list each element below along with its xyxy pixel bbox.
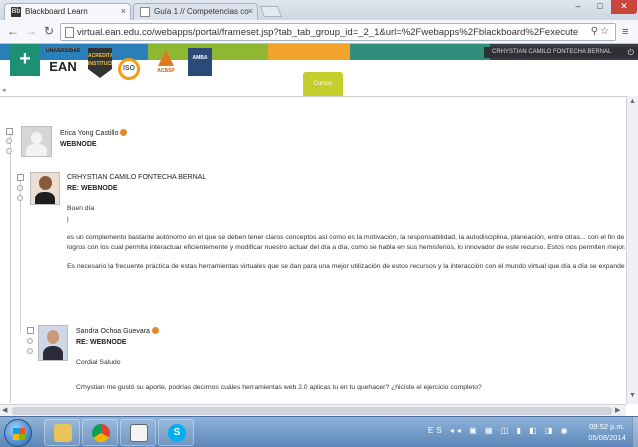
taskbar-app-skype[interactable]: S xyxy=(158,419,194,446)
post-body-line: es un complemento bastante autónomo en e… xyxy=(67,234,625,241)
post-status-dot[interactable] xyxy=(27,348,33,354)
forward-arrow-icon[interactable]: → xyxy=(24,24,38,38)
show-desktop-button[interactable] xyxy=(632,417,638,447)
post-greeting: Cordial Saludo xyxy=(76,359,121,366)
scroll-up-icon[interactable]: ▲ xyxy=(629,98,636,105)
ean-logo: UNIVERSIDAD EAN xyxy=(46,48,80,80)
scroll-down-icon[interactable]: ▼ xyxy=(629,392,636,399)
chrome-icon xyxy=(92,424,110,442)
browser-toolbar: ← → ↻ virtual.ean.edu.co/webapps/portal/… xyxy=(0,20,638,44)
iso-certification-logo: ISO xyxy=(118,58,140,80)
tab-blackboard-learn[interactable]: Bb Blackboard Learn × xyxy=(4,3,131,20)
skype-icon: S xyxy=(168,424,186,442)
discussion-thread-area: Erica Yong Castillo WEBNODE CRHYSTIAN CA… xyxy=(0,96,626,404)
maximize-button[interactable]: □ xyxy=(590,0,610,14)
new-tab-button[interactable] xyxy=(259,6,283,17)
url-text: virtual.ean.edu.co/webapps/portal/frames… xyxy=(77,27,579,38)
post-expand-toggle[interactable] xyxy=(6,138,12,144)
post-subject: WEBNODE xyxy=(60,141,97,148)
tab-close-icon[interactable]: × xyxy=(121,6,126,16)
vertical-scrollbar[interactable]: ▲ ▼ xyxy=(626,96,638,404)
page-info-icon[interactable] xyxy=(65,27,74,38)
tab-label: Guía 1 // Competencias co xyxy=(154,7,249,16)
taskbar-clock[interactable]: 09:52 p.m. 05/08/2014 xyxy=(584,421,630,443)
folder-icon xyxy=(54,424,72,442)
acbsp-logo: ACBSP xyxy=(150,48,182,78)
clock-date: 05/08/2014 xyxy=(588,433,626,442)
post-status-dot[interactable] xyxy=(6,148,12,154)
avatar xyxy=(21,126,52,157)
avatar xyxy=(30,172,60,205)
browser-tab-strip: Bb Blackboard Learn × Guía 1 // Competen… xyxy=(0,0,638,20)
user-name: CRHYSTIAN CAMILO FONTECHA BERNAL xyxy=(492,49,612,55)
post-subject: RE: WEBNODE xyxy=(76,339,127,346)
post-subject: RE: WEBNODE xyxy=(67,185,118,192)
header-color-bar xyxy=(350,44,490,60)
scroll-right-icon[interactable]: ▶ xyxy=(615,406,620,414)
scrollbar-thumb[interactable] xyxy=(12,407,612,415)
user-status-icon xyxy=(120,129,128,136)
search-zoom-star-icons[interactable]: ⚲☆ xyxy=(590,26,611,37)
start-button[interactable] xyxy=(4,419,32,447)
header-color-bar xyxy=(268,44,350,60)
post-select-checkbox[interactable] xyxy=(17,174,24,181)
taskbar-app-explorer[interactable] xyxy=(44,419,80,446)
page-favicon-icon xyxy=(140,7,150,17)
logout-power-icon[interactable]: ⏻ xyxy=(628,47,634,58)
post-author[interactable]: Erica Yong Castillo xyxy=(60,129,128,137)
post-select-checkbox[interactable] xyxy=(27,327,34,334)
post-body-line: Crhystian me gustó su aporte, podrías de… xyxy=(76,384,482,391)
tab-label: Blackboard Learn xyxy=(25,7,88,16)
windows-taskbar: S ES ◂◂ ▣ ▦ ◫ ▮ ◧ ◨ ◉ 09:52 p.m. 05/08/2… xyxy=(0,416,638,447)
address-bar[interactable]: virtual.ean.edu.co/webapps/portal/frames… xyxy=(60,23,616,41)
post-greeting: Buen día xyxy=(67,205,95,212)
document-icon xyxy=(130,424,148,442)
user-status-icon xyxy=(151,327,159,334)
add-menu-plus-button[interactable]: + xyxy=(10,44,40,76)
back-arrow-icon[interactable]: ← xyxy=(6,24,20,38)
tab-guia-1[interactable]: Guía 1 // Competencias co × xyxy=(133,3,258,20)
system-tray-icons[interactable]: ES ◂◂ ▣ ▦ ◫ ▮ ◧ ◨ ◉ xyxy=(428,426,571,435)
close-window-button[interactable]: ✕ xyxy=(611,0,637,14)
text-cursor: | xyxy=(67,216,69,223)
taskbar-app-chrome[interactable] xyxy=(82,419,118,446)
reload-icon[interactable]: ↻ xyxy=(42,24,56,38)
post-author[interactable]: CRHYSTIAN CAMILO FONTECHA BERNAL xyxy=(67,174,206,181)
chrome-menu-icon[interactable]: ≡ xyxy=(622,26,628,38)
user-bar[interactable]: CRHYSTIAN CAMILO FONTECHA BERNAL ⏻ xyxy=(484,47,638,58)
post-expand-toggle[interactable] xyxy=(17,185,23,191)
post-status-dot[interactable] xyxy=(17,195,23,201)
avatar xyxy=(38,325,68,361)
post-body-line: logros con los cual permita interactuar … xyxy=(67,244,625,251)
frame-scroll-arrow-icon[interactable]: ◂ xyxy=(2,86,6,94)
clock-time: 09:52 p.m. xyxy=(589,422,625,431)
scroll-left-icon[interactable]: ◀ xyxy=(2,406,7,414)
blackboard-favicon-icon: Bb xyxy=(11,7,21,17)
horizontal-scrollbar[interactable]: ◀ ▶ xyxy=(0,404,626,416)
minimize-button[interactable]: – xyxy=(567,0,589,14)
post-author[interactable]: Sandra Ochoa Guevara xyxy=(76,327,159,335)
post-expand-toggle[interactable] xyxy=(27,338,33,344)
windows-logo-icon xyxy=(13,428,25,440)
taskbar-app-document[interactable] xyxy=(120,419,156,446)
amba-logo: AMBA xyxy=(188,48,212,76)
post-body-line: Es necesario la frecuente práctica de es… xyxy=(67,263,625,270)
post-select-checkbox[interactable] xyxy=(6,128,13,135)
thread-guide-line xyxy=(10,133,11,403)
tab-close-icon[interactable]: × xyxy=(248,6,253,16)
tab-cursos[interactable]: Cursos xyxy=(303,72,343,96)
